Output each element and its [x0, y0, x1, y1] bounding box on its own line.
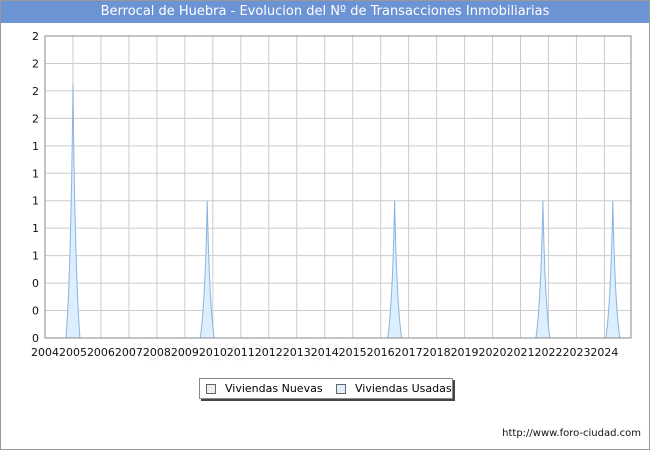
- series-areas: [65, 84, 621, 339]
- footer-url[interactable]: http://www.foro-ciudad.com: [502, 428, 641, 439]
- legend-swatch-nuevas: [206, 383, 216, 394]
- legend: Viviendas Nuevas Viviendas Usadas: [199, 378, 453, 399]
- legend-item-nuevas: Viviendas Nuevas: [206, 382, 323, 395]
- x-tick-label: 2021: [507, 346, 535, 359]
- legend-label-usadas: Viviendas Usadas: [355, 382, 452, 395]
- x-tick-label: 2005: [59, 346, 87, 359]
- usadas-spike: [387, 200, 403, 339]
- x-tick-label: 2023: [562, 346, 590, 359]
- x-tick-label: 2017: [395, 346, 423, 359]
- x-tick-label: 2011: [227, 346, 255, 359]
- usadas-spike: [535, 200, 551, 339]
- x-tick-label: 2012: [255, 346, 283, 359]
- x-tick-label: 2006: [87, 346, 115, 359]
- x-tick-label: 2007: [115, 346, 143, 359]
- x-tick-label: 2014: [311, 346, 339, 359]
- y-tick-label: 2: [32, 57, 39, 70]
- legend-label-nuevas: Viviendas Nuevas: [225, 382, 323, 395]
- y-tick-label: 1: [32, 140, 39, 153]
- usadas-spike: [65, 84, 81, 339]
- x-tick-label: 2018: [423, 346, 451, 359]
- y-tick-label: 2: [32, 112, 39, 125]
- x-tick-label: 2010: [199, 346, 227, 359]
- x-tick-label: 2020: [479, 346, 507, 359]
- x-tick-label: 2008: [143, 346, 171, 359]
- x-tick-label: 2016: [367, 346, 395, 359]
- x-tick-label: 2019: [451, 346, 479, 359]
- y-tick-label: 1: [32, 195, 39, 208]
- x-tick-label: 2009: [171, 346, 199, 359]
- usadas-spike: [605, 200, 621, 339]
- x-tick-label: 2022: [534, 346, 562, 359]
- y-tick-label: 2: [32, 85, 39, 98]
- x-tick-labels: 2004 2005 2006 2007 2008 2009 2010 2011 2012 2013…: [31, 346, 618, 359]
- x-tick-label: 2024: [590, 346, 618, 359]
- y-tick-label: 0: [32, 305, 39, 318]
- usadas-spike: [199, 200, 215, 339]
- y-tick-label: 1: [32, 222, 39, 235]
- y-tick-labels: 0 0 0 1 1 1 1 1 2 2 2 2: [32, 30, 39, 345]
- y-tick-label: 1: [32, 167, 39, 180]
- y-tick-label: 0: [32, 277, 39, 290]
- legend-item-usadas: Viviendas Usadas: [336, 382, 452, 395]
- chart-frame: Berrocal de Huebra - Evolucion del Nº de…: [0, 0, 650, 450]
- legend-swatch-usadas: [336, 383, 346, 394]
- y-tick-label: 2: [32, 30, 39, 43]
- y-tick-label: 1: [32, 250, 39, 263]
- x-tick-label: 2015: [339, 346, 367, 359]
- x-tick-label: 2013: [283, 346, 311, 359]
- y-tick-label: 0: [32, 332, 39, 345]
- x-tick-label: 2004: [31, 346, 59, 359]
